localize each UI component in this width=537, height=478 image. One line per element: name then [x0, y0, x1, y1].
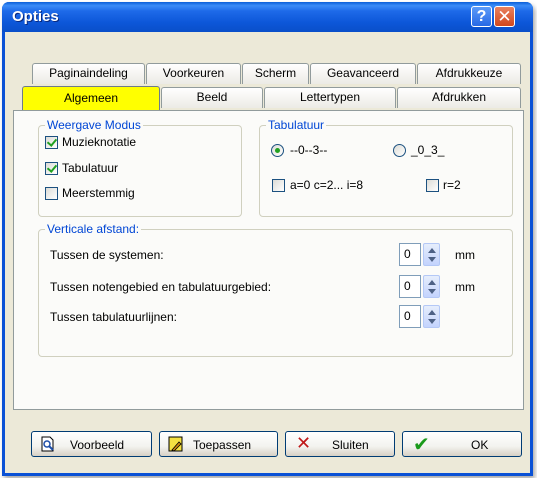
- title-bar[interactable]: Opties ? ✕: [2, 2, 533, 32]
- tabulatuur-checkbox[interactable]: [45, 162, 58, 175]
- tab-afdrukken[interactable]: Afdrukken: [397, 87, 521, 108]
- tabulatuurlijnen-input[interactable]: 0: [399, 305, 421, 328]
- apply-icon: [168, 436, 183, 452]
- spin-up-icon[interactable]: [428, 248, 436, 253]
- tabulatuur-underscore-label: _0_3_: [411, 143, 445, 157]
- ok-label: OK: [471, 438, 489, 452]
- options-dialog: Opties ? ✕ Paginaindeling Voorkeuren Sch…: [2, 2, 533, 476]
- tab-beeld[interactable]: Beeld: [161, 87, 263, 108]
- tabulatuur-label: Tabulatuur: [62, 161, 119, 175]
- spin-up-icon[interactable]: [428, 280, 436, 285]
- window-title: Opties: [12, 8, 59, 25]
- systemen-label: Tussen de systemen:: [50, 248, 164, 262]
- tabulatuur-dash-radio[interactable]: [271, 144, 284, 157]
- checkmark-icon: ✔: [413, 434, 430, 456]
- weergave-modus-title: Weergave Modus: [45, 118, 143, 132]
- tabulatuurlijnen-spinner[interactable]: [423, 305, 440, 328]
- tabulatuur-title: Tabulatuur: [266, 118, 327, 132]
- tab-algemeen[interactable]: Algemeen: [22, 86, 160, 110]
- systemen-unit: mm: [455, 248, 475, 262]
- tab-geavanceerd[interactable]: Geavanceerd: [310, 63, 416, 84]
- sluiten-button[interactable]: ✕ Sluiten: [285, 431, 395, 457]
- toepassen-label: Toepassen: [193, 438, 252, 452]
- tabulatuur-underscore-radio[interactable]: [393, 144, 406, 157]
- spin-up-icon[interactable]: [428, 310, 436, 315]
- spin-down-icon[interactable]: [428, 289, 436, 294]
- r2-checkbox[interactable]: [426, 179, 439, 192]
- tab-panel-algemeen: Weergave Modus Muzieknotatie Tabulatuur …: [13, 110, 524, 410]
- toepassen-button[interactable]: Toepassen: [159, 431, 278, 457]
- verticale-afstand-title: Verticale afstand:: [45, 222, 142, 236]
- meerstemmig-checkbox[interactable]: [45, 187, 58, 200]
- tabulatuur-group: Tabulatuur --0--3-- _0_3_ a=0 c=2... i=8…: [259, 118, 513, 217]
- systemen-input[interactable]: 0: [399, 243, 421, 266]
- close-icon: ✕: [497, 7, 512, 26]
- meerstemmig-label: Meerstemmig: [62, 186, 135, 200]
- systemen-spinner[interactable]: [423, 243, 440, 266]
- tab-afdrukkeuze[interactable]: Afdrukkeuze: [417, 63, 521, 84]
- r2-label: r=2: [443, 178, 461, 192]
- voorbeeld-label: Voorbeeld: [70, 438, 125, 452]
- help-icon: ?: [476, 8, 487, 25]
- dialog-client-area: Paginaindeling Voorkeuren Scherm Geavanc…: [5, 32, 530, 470]
- muzieknotatie-label: Muzieknotatie: [62, 135, 137, 149]
- tab-paginaindeling[interactable]: Paginaindeling: [32, 63, 145, 84]
- spin-down-icon[interactable]: [428, 257, 436, 262]
- letter-notation-label: a=0 c=2... i=8: [290, 178, 364, 192]
- ok-button[interactable]: ✔ OK: [402, 431, 522, 457]
- muzieknotatie-checkbox[interactable]: [45, 136, 58, 149]
- tab-lettertypen[interactable]: Lettertypen: [264, 87, 396, 108]
- notengebied-label: Tussen notengebied en tabulatuurgebied:: [50, 280, 272, 294]
- notengebied-spinner[interactable]: [423, 275, 440, 298]
- close-x-icon: ✕: [296, 433, 312, 453]
- print-preview-icon: [41, 436, 54, 452]
- notengebied-input[interactable]: 0: [399, 275, 421, 298]
- tab-voorkeuren[interactable]: Voorkeuren: [146, 63, 241, 84]
- voorbeeld-button[interactable]: Voorbeeld: [31, 431, 152, 457]
- sluiten-label: Sluiten: [332, 438, 369, 452]
- weergave-modus-group: Weergave Modus Muzieknotatie Tabulatuur …: [38, 118, 242, 217]
- notengebied-unit: mm: [455, 280, 475, 294]
- close-button[interactable]: ✕: [494, 6, 515, 27]
- letter-notation-checkbox[interactable]: [272, 179, 285, 192]
- tab-scherm[interactable]: Scherm: [242, 63, 309, 84]
- tabulatuur-dash-label: --0--3--: [290, 143, 328, 157]
- spin-down-icon[interactable]: [428, 319, 436, 324]
- tabulatuurlijnen-label: Tussen tabulatuurlijnen:: [50, 310, 177, 324]
- help-button[interactable]: ?: [471, 6, 492, 27]
- verticale-afstand-group: Verticale afstand: Tussen de systemen: 0…: [38, 222, 513, 357]
